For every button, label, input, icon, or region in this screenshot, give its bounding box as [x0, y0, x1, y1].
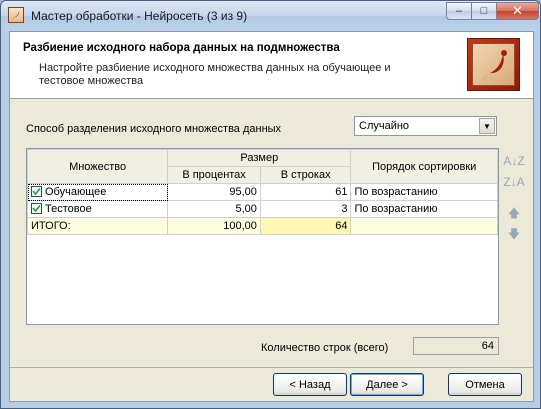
dropdown-arrow-icon[interactable]: ▼ [479, 118, 495, 134]
wizard-header: Разбиение исходного набора данных на под… [10, 32, 533, 99]
total-sort [350, 217, 498, 235]
split-method-value: Случайно [359, 120, 410, 132]
footer-divider [10, 367, 533, 368]
row-rows-cell[interactable]: 61 [259, 183, 352, 201]
close-button[interactable]: ✕ [496, 2, 539, 20]
wizard-client-area: Разбиение исходного набора данных на под… [9, 31, 534, 402]
total-label: ИТОГО: [26, 217, 169, 235]
table-row[interactable]: Тестовое 5,00 3 По возрастанию [26, 200, 498, 218]
row-rows-cell[interactable]: 3 [259, 200, 352, 218]
col-header-set[interactable]: Множество [26, 149, 169, 184]
row-set-cell[interactable]: Тестовое [26, 200, 169, 218]
move-down-icon[interactable]: 🡇 [505, 226, 523, 244]
wizard-window: Мастер обработки - Нейросеть (3 из 9) – … [0, 0, 541, 409]
checkbox-test[interactable] [31, 203, 42, 214]
rows-count-label: Количество строк (всего) [261, 342, 389, 354]
total-percent: 100,00 [167, 217, 261, 235]
row-sort-cell[interactable]: По возрастанию [350, 200, 498, 218]
table-row[interactable]: Обучающее 95,00 61 По возрастанию [26, 183, 498, 201]
window-title: Мастер обработки - Нейросеть (3 из 9) [31, 9, 248, 23]
header-title: Разбиение исходного набора данных на под… [23, 42, 340, 54]
cancel-button[interactable]: Отмена [448, 373, 522, 396]
subsets-table: Множество Размер Порядок сортировки В пр… [26, 149, 498, 235]
row-set-name: Обучающее [45, 186, 107, 198]
subsets-grid: Множество Размер Порядок сортировки В пр… [26, 148, 499, 325]
row-set-name: Тестовое [45, 203, 92, 215]
sort-descending-icon[interactable]: Z↓A [503, 173, 524, 191]
row-set-cell[interactable]: Обучающее [26, 183, 169, 201]
move-up-icon[interactable]: 🡅 [505, 205, 523, 223]
col-header-size: Размер [167, 149, 352, 167]
sort-ascending-icon[interactable]: A↓Z [503, 152, 524, 170]
row-sort-cell[interactable]: По возрастанию [350, 183, 498, 201]
split-method-select[interactable]: Случайно ▼ [354, 116, 497, 136]
back-button[interactable]: < Назад [273, 373, 347, 396]
title-bar[interactable]: Мастер обработки - Нейросеть (3 из 9) – … [1, 1, 540, 31]
next-button[interactable]: Далее > [350, 373, 424, 396]
total-row: ИТОГО: 100,00 64 [26, 217, 498, 235]
minimize-button[interactable]: – [446, 2, 472, 20]
app-icon [8, 7, 24, 23]
checkbox-train[interactable] [31, 186, 42, 197]
col-header-rows[interactable]: В строках [259, 166, 352, 184]
total-rows: 64 [259, 217, 352, 235]
col-header-percent[interactable]: В процентах [167, 166, 261, 184]
col-header-sort[interactable]: Порядок сортировки [350, 149, 498, 184]
row-percent-cell[interactable]: 95,00 [167, 183, 261, 201]
rows-count-value: 64 [413, 337, 499, 355]
deductor-logo-icon [467, 38, 520, 91]
split-method-label: Способ разделения исходного множества да… [26, 123, 282, 135]
row-percent-cell[interactable]: 5,00 [167, 200, 261, 218]
maximize-button[interactable]: □ [471, 2, 497, 20]
header-subtitle: Настройте разбиение исходного множества … [39, 62, 391, 87]
